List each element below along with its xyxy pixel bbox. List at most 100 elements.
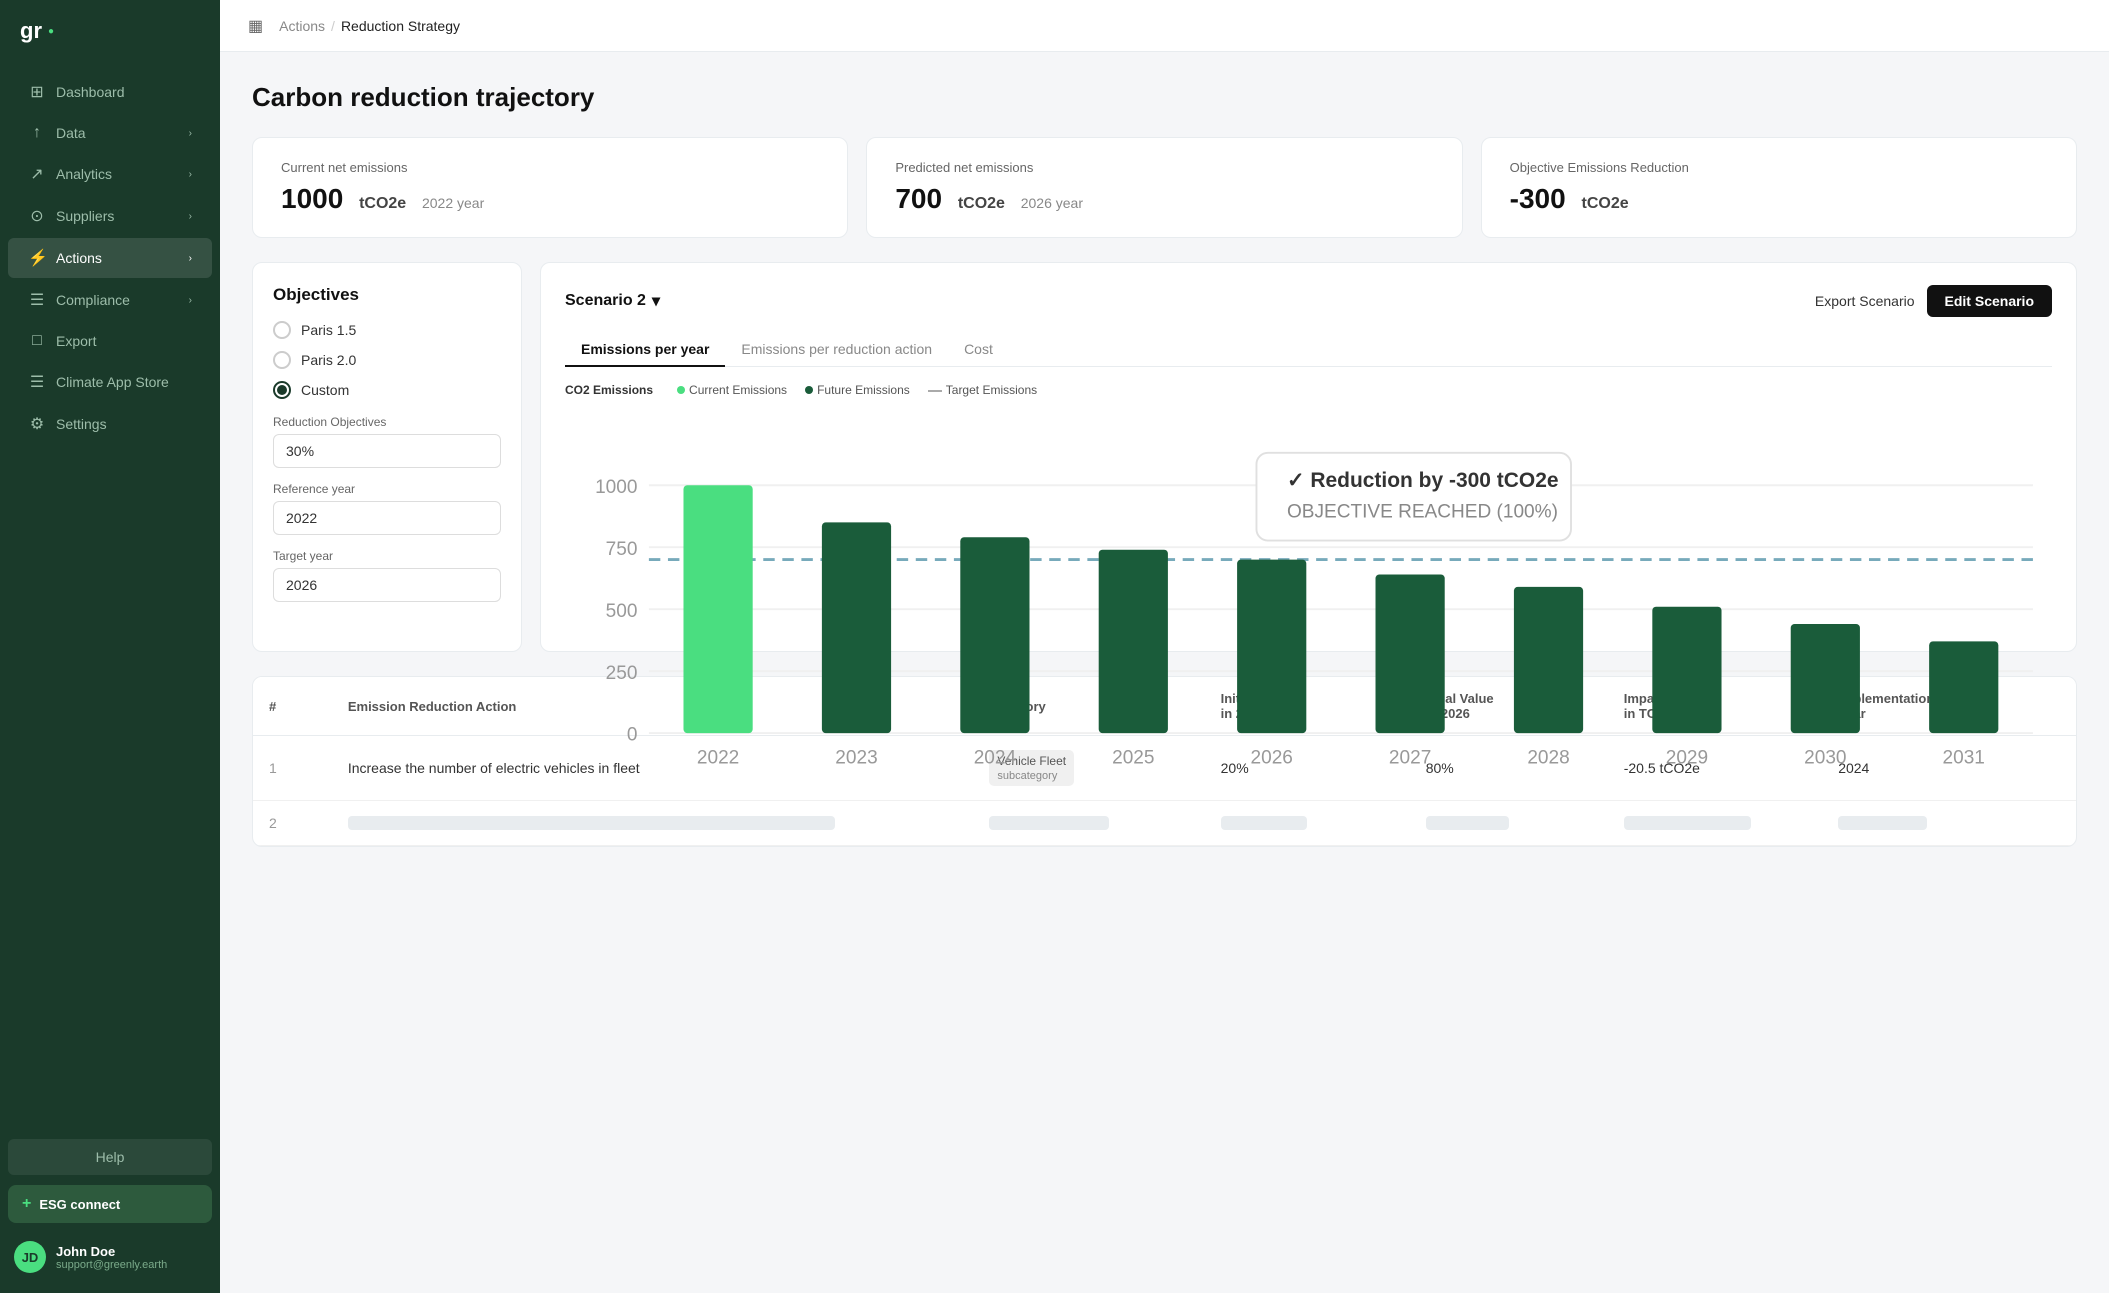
sidebar: gr● ⊞Dashboard↑Data›↗Analytics›⊙Supplier… bbox=[0, 0, 220, 1293]
svg-text:0: 0 bbox=[627, 725, 638, 746]
tab-emissions-per-year[interactable]: Emissions per year bbox=[565, 333, 725, 367]
sidebar-item-label: Climate App Store bbox=[56, 374, 169, 390]
svg-text:2024: 2024 bbox=[974, 748, 1017, 769]
row-category-1 bbox=[973, 801, 1204, 846]
objectives-title: Objectives bbox=[273, 285, 501, 305]
export-scenario-button[interactable]: Export Scenario bbox=[1815, 293, 1915, 309]
logo: gr ● bbox=[0, 0, 220, 62]
sidebar-item-data[interactable]: ↑Data› bbox=[8, 114, 212, 152]
svg-text:2029: 2029 bbox=[1666, 748, 1708, 769]
objectives-panel: Objectives Paris 1.5 Paris 2.0 Custom Redu… bbox=[252, 262, 522, 652]
lower-row: Objectives Paris 1.5 Paris 2.0 Custom Redu… bbox=[252, 262, 2077, 652]
user-info: JD John Doe support@greenly.earth bbox=[8, 1233, 212, 1281]
svg-text:✓ Reduction by -300 tCO2e: ✓ Reduction by -300 tCO2e bbox=[1287, 469, 1559, 492]
row-final-1 bbox=[1410, 801, 1608, 846]
sidebar-item-export[interactable]: □ Export bbox=[8, 322, 212, 360]
dashboard-icon: ⊞ bbox=[28, 82, 46, 102]
field-group-1: Reference year bbox=[273, 482, 501, 549]
table-row: 2 bbox=[253, 801, 2076, 846]
field-input-0[interactable] bbox=[273, 434, 501, 468]
chevron-icon: › bbox=[189, 169, 192, 180]
content-area: Carbon reduction trajectory Current net … bbox=[220, 52, 2109, 1293]
sidebar-item-label: Dashboard bbox=[56, 84, 125, 100]
svg-text:500: 500 bbox=[606, 601, 638, 622]
radio-paris15[interactable]: Paris 1.5 bbox=[273, 321, 501, 339]
stat-value-0: 1000 tCO2e 2022 year bbox=[281, 183, 819, 215]
field-group-2: Target year bbox=[273, 549, 501, 616]
row-impact-1 bbox=[1608, 801, 1823, 846]
sidebar-item-settings[interactable]: ⚙ Settings bbox=[8, 404, 212, 444]
svg-text:OBJECTIVE REACHED (100%): OBJECTIVE REACHED (100%) bbox=[1287, 502, 1558, 523]
svg-text:2023: 2023 bbox=[835, 748, 877, 769]
actions-icon: ⚡ bbox=[28, 248, 46, 268]
chart-header: Scenario 2 ▾ Export Scenario Edit Scenar… bbox=[565, 285, 2052, 317]
sidebar-item-analytics[interactable]: ↗Analytics› bbox=[8, 154, 212, 194]
topbar: ▦ Actions / Reduction Strategy bbox=[220, 0, 2109, 52]
sidebar-item-label: Data bbox=[56, 125, 86, 141]
field-input-1[interactable] bbox=[273, 501, 501, 535]
sidebar-item-label: Settings bbox=[56, 416, 107, 432]
edit-scenario-button[interactable]: Edit Scenario bbox=[1927, 285, 2052, 317]
radio-custom[interactable]: Custom bbox=[273, 381, 501, 399]
page-title: Carbon reduction trajectory bbox=[252, 82, 2077, 113]
stat-label-1: Predicted net emissions bbox=[895, 160, 1433, 175]
tab-emissions-per-reduction[interactable]: Emissions per reduction action bbox=[725, 333, 948, 367]
data-icon: ↑ bbox=[28, 124, 46, 142]
esg-badge[interactable]: + ESG connect bbox=[8, 1185, 212, 1223]
breadcrumb-parent[interactable]: Actions bbox=[279, 18, 325, 34]
future-emissions-legend: Future Emissions bbox=[805, 383, 910, 397]
sidebar-item-actions[interactable]: ⚡ Actions › bbox=[8, 238, 212, 278]
svg-text:1000: 1000 bbox=[595, 477, 637, 498]
breadcrumb: Actions / Reduction Strategy bbox=[279, 18, 460, 34]
sidebar-item-climate-app-store[interactable]: ☰ Climate App Store bbox=[8, 362, 212, 402]
sidebar-item-compliance[interactable]: ☰Compliance› bbox=[8, 280, 212, 320]
objectives-radio-group: Paris 1.5 Paris 2.0 Custom bbox=[273, 321, 501, 399]
stat-label-2: Objective Emissions Reduction bbox=[1510, 160, 2048, 175]
target-emissions-legend: Target Emissions bbox=[928, 383, 1037, 397]
user-email: support@greenly.earth bbox=[56, 1259, 167, 1271]
user-details: John Doe support@greenly.earth bbox=[56, 1244, 167, 1271]
help-button[interactable]: Help bbox=[8, 1139, 212, 1175]
sidebar-bottom: Help + ESG connect JD John Doe support@g… bbox=[0, 1127, 220, 1293]
compliance-icon: ☰ bbox=[28, 290, 46, 310]
settings-icon: ⚙ bbox=[28, 414, 46, 434]
stat-value-1: 700 tCO2e 2026 year bbox=[895, 183, 1433, 215]
stat-card-0: Current net emissions 1000 tCO2e 2022 ye… bbox=[252, 137, 848, 238]
field-input-2[interactable] bbox=[273, 568, 501, 602]
chevron-icon: › bbox=[189, 253, 192, 264]
svg-text:2030: 2030 bbox=[1804, 748, 1846, 769]
climate-app-store-icon: ☰ bbox=[28, 372, 46, 392]
main-content: ▦ Actions / Reduction Strategy Carbon re… bbox=[220, 0, 2109, 1293]
tab-cost[interactable]: Cost bbox=[948, 333, 1009, 367]
radio-paris20[interactable]: Paris 2.0 bbox=[273, 351, 501, 369]
export-icon: □ bbox=[28, 332, 46, 350]
svg-text:2026: 2026 bbox=[1251, 748, 1293, 769]
row-initial-1 bbox=[1205, 801, 1410, 846]
row-year-1 bbox=[1822, 801, 2076, 846]
logo-dot: ● bbox=[48, 26, 54, 37]
sidebar-item-dashboard[interactable]: ⊞ Dashboard bbox=[8, 72, 212, 112]
user-name: John Doe bbox=[56, 1244, 167, 1259]
stat-card-2: Objective Emissions Reduction -300 tCO2e bbox=[1481, 137, 2077, 238]
sidebar-item-label: Compliance bbox=[56, 292, 130, 308]
avatar: JD bbox=[14, 1241, 46, 1273]
radio-label-paris20: Paris 2.0 bbox=[301, 352, 356, 368]
sidebar-item-label: Actions bbox=[56, 250, 102, 266]
menu-icon[interactable]: ▦ bbox=[248, 16, 263, 36]
suppliers-icon: ⊙ bbox=[28, 206, 46, 226]
sidebar-item-label: Export bbox=[56, 333, 96, 349]
svg-text:2028: 2028 bbox=[1527, 748, 1569, 769]
radio-label-paris15: Paris 1.5 bbox=[301, 322, 356, 338]
stat-value-2: -300 tCO2e bbox=[1510, 183, 2048, 215]
chevron-down-icon: ▾ bbox=[652, 291, 660, 311]
breadcrumb-current: Reduction Strategy bbox=[341, 18, 460, 34]
logo-text: gr bbox=[20, 18, 42, 44]
sidebar-item-suppliers[interactable]: ⊙Suppliers› bbox=[8, 196, 212, 236]
svg-text:2027: 2027 bbox=[1389, 748, 1431, 769]
svg-text:2031: 2031 bbox=[1943, 748, 1985, 769]
scenario-label: Scenario 2 bbox=[565, 292, 646, 310]
chevron-icon: › bbox=[189, 211, 192, 222]
stats-row: Current net emissions 1000 tCO2e 2022 ye… bbox=[252, 137, 2077, 238]
field-label-0: Reduction Objectives bbox=[273, 415, 501, 429]
scenario-selector[interactable]: Scenario 2 ▾ bbox=[565, 291, 660, 311]
